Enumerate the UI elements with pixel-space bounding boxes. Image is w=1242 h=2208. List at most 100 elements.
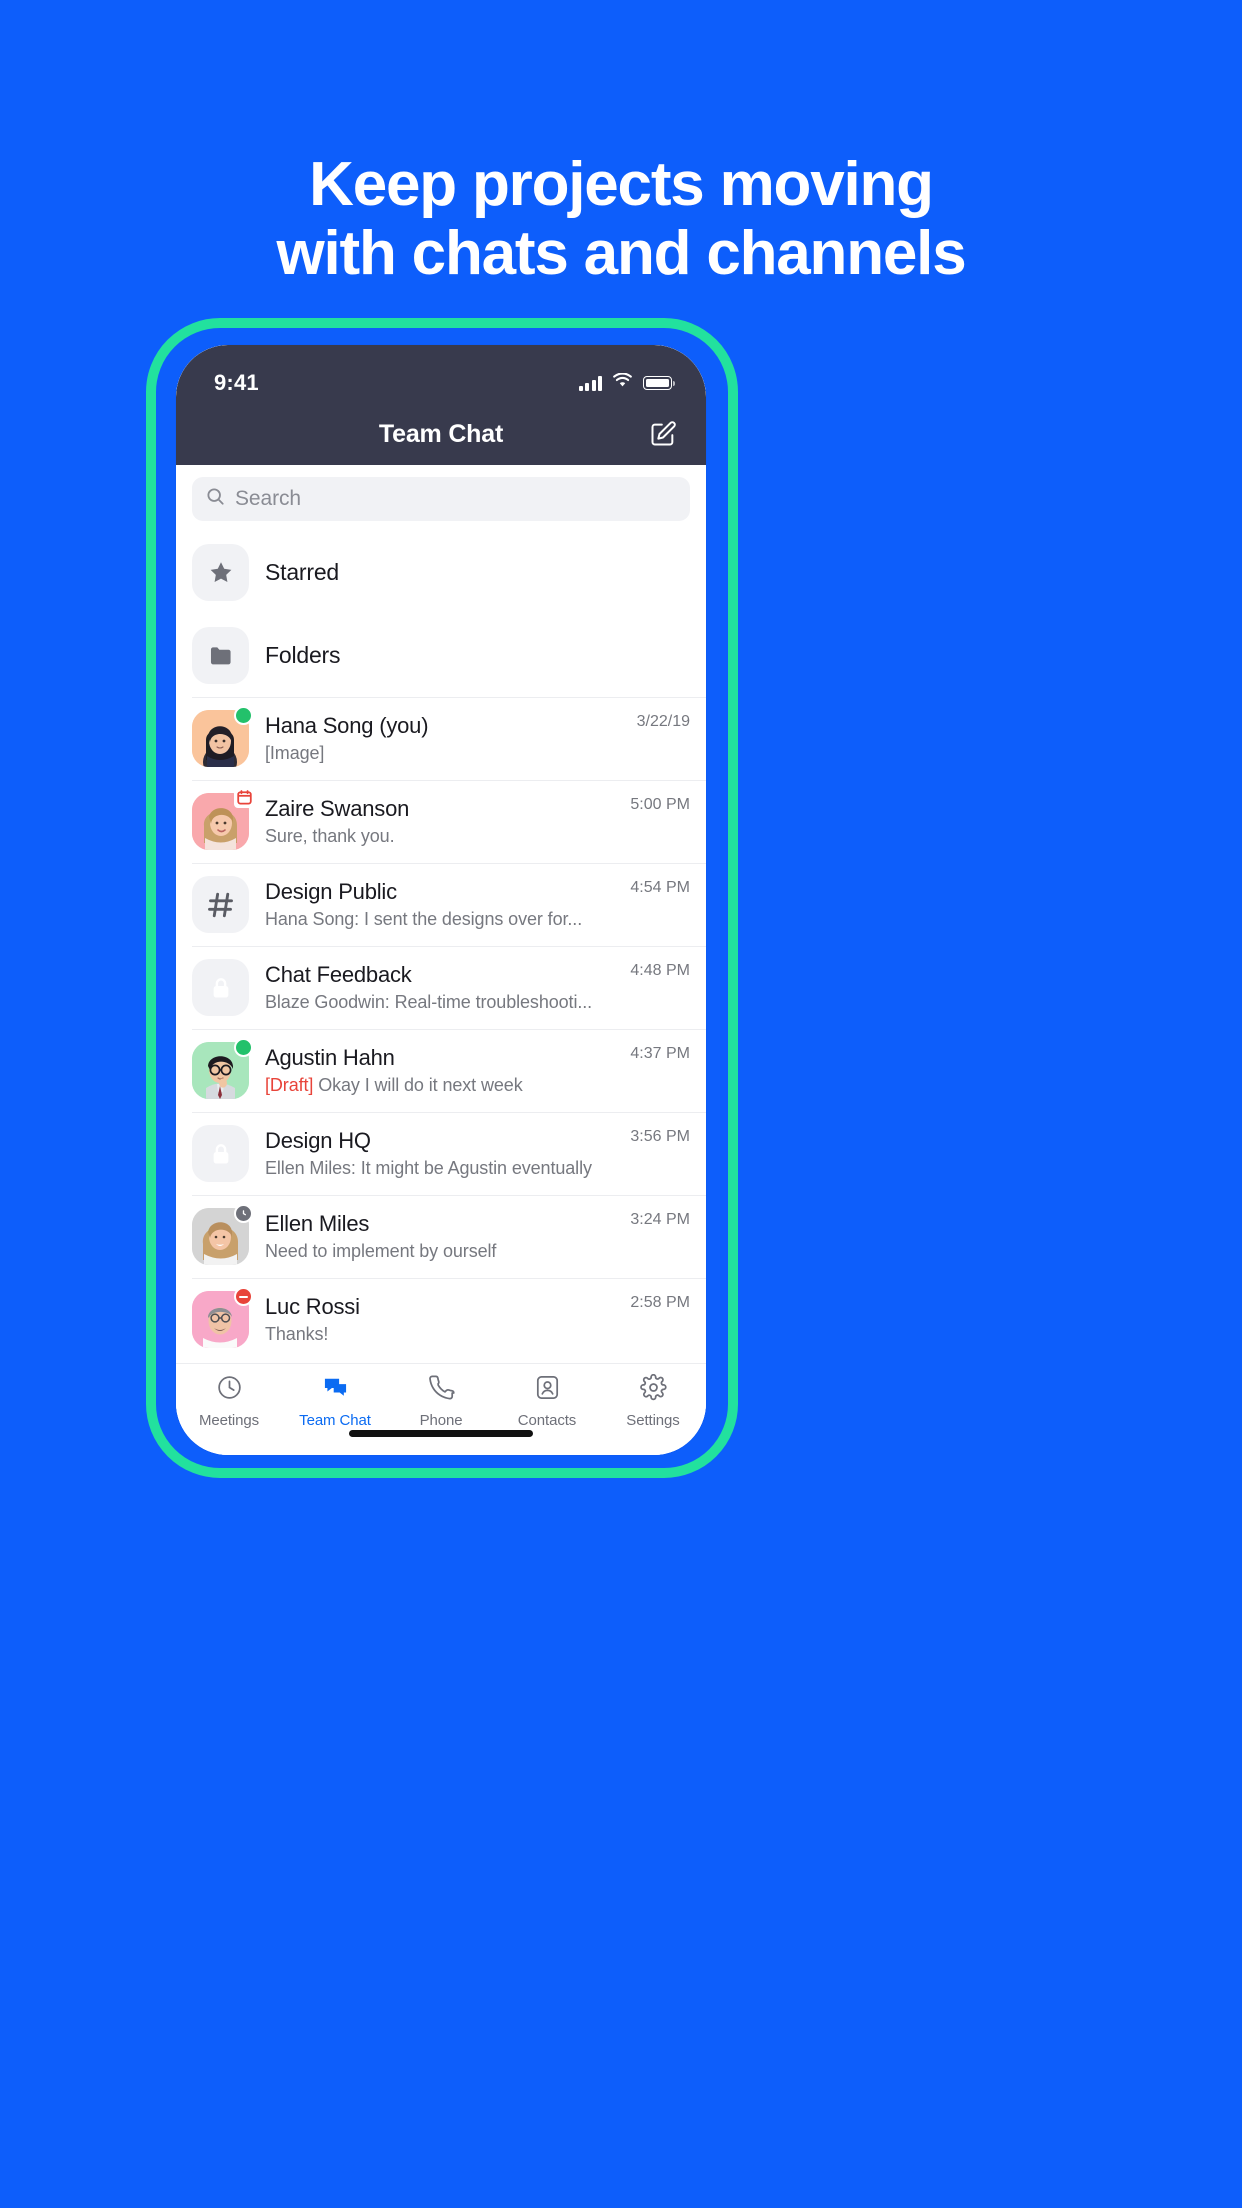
search-icon: [206, 487, 225, 511]
chat-preview: Sure, thank you.: [265, 826, 395, 846]
avatar: [192, 706, 253, 767]
compose-icon[interactable]: [646, 417, 680, 451]
star-icon: [192, 544, 249, 601]
avatar: [192, 1204, 253, 1265]
status-badge: [234, 1204, 253, 1223]
chat-preview: Ellen Miles: It might be Agustin eventua…: [265, 1158, 592, 1178]
lock-icon: [192, 959, 249, 1016]
table-cell-text: Design Public Hana Song: I sent the desi…: [265, 879, 614, 930]
table-cell-text: Chat Feedback Blaze Goodwin: Real-time t…: [265, 962, 614, 1013]
table-row[interactable]: Design Public Hana Song: I sent the desi…: [176, 863, 706, 946]
status-badge: [234, 706, 253, 725]
tab-team-chat[interactable]: Team Chat: [282, 1374, 388, 1429]
table-cell-text: Design HQ Ellen Miles: It might be Agust…: [265, 1128, 614, 1179]
top-dark-area: 9:41 Team Chat: [176, 345, 706, 465]
table-row[interactable]: Zaire Swanson Sure, thank you. 5:00 PM: [176, 780, 706, 863]
table-row[interactable]: Hana Song (you) [Image] 3/22/19: [176, 697, 706, 780]
chat-preview: Blaze Goodwin: Real-time troubleshooti..…: [265, 992, 593, 1012]
phone-screen: 9:41 Team Chat Search Starred Folders Ha…: [176, 345, 706, 1455]
list-item-folders[interactable]: Folders: [176, 614, 706, 697]
status-badge: [234, 1287, 253, 1306]
chat-name: Agustin Hahn: [265, 1045, 395, 1070]
headline-line-2: with chats and channels: [276, 219, 966, 289]
table-cell-text: Ellen Miles Need to implement by ourself: [265, 1211, 614, 1262]
tab-label: Meetings: [198, 1412, 260, 1429]
chat-list[interactable]: Starred Folders Hana Song (you) [Image] …: [176, 531, 706, 1363]
lock-icon: [192, 1125, 249, 1182]
tab-contacts[interactable]: Contacts: [494, 1374, 600, 1429]
chat-name: Design Public: [265, 879, 397, 904]
chat-bubbles-icon: [322, 1374, 349, 1406]
table-row[interactable]: Design HQ Ellen Miles: It might be Agust…: [176, 1112, 706, 1195]
status-time: 9:41: [214, 370, 259, 395]
status-icons: [578, 372, 676, 393]
headline-line-1: Keep projects moving: [309, 150, 934, 219]
search-placeholder: Search: [235, 487, 301, 510]
home-indicator: [349, 1430, 533, 1437]
nav-bar: Team Chat: [176, 403, 706, 465]
tab-phone[interactable]: Phone: [388, 1374, 494, 1429]
chat-time: 2:58 PM: [630, 1294, 690, 1311]
clock-icon: [216, 1374, 243, 1406]
table-row[interactable]: Chat Feedback Blaze Goodwin: Real-time t…: [176, 946, 706, 1029]
table-cell-text: Agustin Hahn [Draft] Okay I will do it n…: [265, 1045, 614, 1096]
page-headline: Keep projects moving with chats and chan…: [0, 150, 1242, 289]
chat-preview: [Image]: [265, 743, 325, 763]
list-item-starred[interactable]: Starred: [176, 531, 706, 614]
tab-label: Contacts: [517, 1412, 577, 1429]
avatar: [192, 787, 255, 850]
chat-name: Zaire Swanson: [265, 796, 410, 821]
page-title: Team Chat: [378, 419, 504, 448]
table-cell-text: Luc Rossi Thanks!: [265, 1294, 614, 1345]
search-input[interactable]: Search: [192, 477, 690, 521]
contacts-icon: [534, 1374, 561, 1406]
avatar: [192, 876, 249, 933]
tab-label: Settings: [626, 1412, 680, 1429]
chat-time: 4:54 PM: [630, 879, 690, 896]
hash-icon: [192, 876, 249, 933]
chat-name: Hana Song (you): [265, 713, 429, 738]
status-bar: 9:41: [176, 363, 706, 403]
table-row[interactable]: Agustin Hahn [Draft] Okay I will do it n…: [176, 1029, 706, 1112]
list-item-text: Starred: [265, 559, 690, 586]
chat-time: 3/22/19: [636, 713, 690, 730]
chat-preview: Need to implement by ourself: [265, 1241, 497, 1261]
phone-icon: [428, 1374, 455, 1406]
list-item-label: Starred: [265, 559, 340, 585]
tab-settings[interactable]: Settings: [600, 1373, 706, 1429]
search-bar-container: Search: [176, 465, 706, 531]
folder-icon: [192, 627, 249, 684]
avatar: [192, 1287, 253, 1348]
signal-icon: [578, 375, 602, 391]
chat-time: 4:37 PM: [630, 1045, 690, 1062]
draft-label: [Draft]: [265, 1075, 314, 1095]
table-row[interactable]: Ellen Miles Need to implement by ourself…: [176, 1195, 706, 1278]
avatar: [192, 627, 249, 684]
avatar: [192, 1125, 249, 1182]
status-badge: [234, 787, 255, 808]
phone-bezel: 9:41 Team Chat Search Starred Folders Ha…: [176, 345, 706, 1455]
chat-name: Chat Feedback: [265, 962, 412, 987]
avatar: [192, 544, 249, 601]
chat-name: Ellen Miles: [265, 1211, 370, 1236]
table-cell-text: Zaire Swanson Sure, thank you.: [265, 796, 614, 847]
chat-time: 3:24 PM: [630, 1211, 690, 1228]
chat-preview: Hana Song: I sent the designs over for..…: [265, 909, 583, 929]
table-row[interactable]: Luc Rossi Thanks! 2:58 PM: [176, 1278, 706, 1361]
tab-meetings[interactable]: Meetings: [176, 1374, 282, 1429]
avatar: [192, 1038, 253, 1099]
chat-name: Luc Rossi: [265, 1294, 360, 1319]
chat-time: 4:48 PM: [630, 962, 690, 979]
chat-name: Design HQ: [265, 1128, 371, 1153]
chat-preview-text: Okay I will do it next week: [313, 1075, 523, 1095]
wifi-icon: [613, 372, 632, 393]
chat-time: 3:56 PM: [630, 1128, 690, 1145]
status-badge: [234, 1038, 253, 1057]
gear-icon: [639, 1373, 667, 1406]
bottom-tab-bar: Meetings Team Chat Phone Contacts Settin…: [176, 1363, 706, 1455]
battery-icon: [643, 376, 676, 390]
list-item-text: Folders: [265, 642, 690, 669]
chat-time: 5:00 PM: [630, 796, 690, 813]
table-cell-text: Hana Song (you) [Image]: [265, 713, 621, 764]
chat-preview: Thanks!: [265, 1324, 329, 1344]
